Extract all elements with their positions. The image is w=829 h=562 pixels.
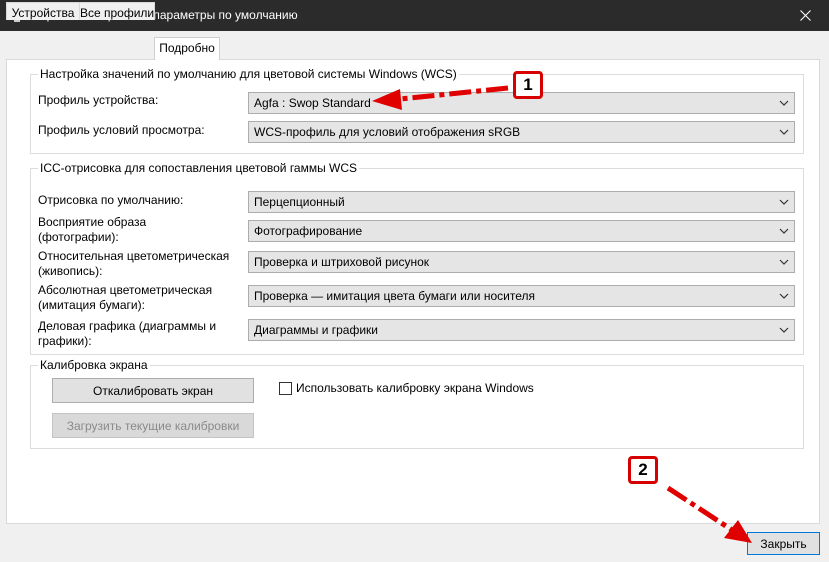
close-icon [800,10,811,21]
reload-calibrations-label: Загрузить текущие калибровки [66,419,240,433]
annotation-badge-2: 2 [628,456,658,484]
device-profile-value: Agfa : Swop Standard [254,96,371,110]
business-graphics-label: Деловая графика (диаграммы и графики): [38,319,217,348]
reload-calibrations-button[interactable]: Загрузить текущие калибровки [52,413,254,438]
default-rendering-label: Отрисовка по умолчанию: [38,193,184,207]
perceptual-label: Восприятие образа (фотографии): [38,215,147,244]
chevron-down-icon [779,228,789,234]
tab-label: Устройства [11,6,75,20]
chevron-down-icon [779,129,789,135]
default-rendering-value: Перцепционный [254,195,345,209]
close-button[interactable]: Закрыть [747,532,820,555]
absolute-colorimetric-value: Проверка — имитация цвета бумаги или нос… [254,289,535,303]
tab-label: Все профили [80,6,155,20]
close-button-label: Закрыть [760,537,807,551]
calibration-group-title: Калибровка экрана [38,358,150,372]
absolute-colorimetric-label: Абсолютная цветометрическая (имитация бу… [38,283,213,312]
calibrate-display-button[interactable]: Откалибровать экран [52,378,254,403]
tab-panel: Настройка значений по умолчанию для цвет… [6,59,820,524]
close-window-button[interactable] [783,0,829,31]
chevron-down-icon [779,259,789,265]
icc-group-title: ICC-отрисовка для сопоставления цветовой… [38,161,360,175]
use-windows-calibration-label[interactable]: Использовать калибровку экрана Windows [296,381,534,396]
icc-rendering-group: ICC-отрисовка для сопоставления цветовой… [30,161,804,355]
business-graphics-select[interactable]: Диаграммы и графики [248,319,795,341]
chevron-down-icon [779,199,789,205]
relative-colorimetric-value: Проверка и штриховой рисунок [254,255,430,269]
wcs-group-title: Настройка значений по умолчанию для цвет… [38,67,459,81]
relative-colorimetric-label: Относительная цветометрическая (живопись… [38,249,230,278]
business-graphics-value: Диаграммы и графики [254,323,378,337]
chevron-down-icon [779,327,789,333]
viewing-profile-label: Профиль условий просмотра: [38,123,205,137]
absolute-colorimetric-select[interactable]: Проверка — имитация цвета бумаги или нос… [248,285,795,307]
viewing-profile-select[interactable]: WCS-профиль для условий отображения sRGB [248,121,795,143]
chevron-down-icon [779,293,789,299]
perceptual-select[interactable]: Фотографирование [248,220,795,242]
device-profile-label: Профиль устройства: [38,93,159,107]
tab-all-profiles[interactable]: Все профили [79,2,155,20]
calibrate-display-label: Откалибровать экран [92,384,214,398]
tab-label: Подробно [159,41,215,55]
use-windows-calibration-checkbox[interactable] [279,382,292,395]
screen-calibration-group: Калибровка экрана Откалибровать экран За… [30,358,804,449]
tab-devices[interactable]: Устройства [6,2,80,20]
perceptual-value: Фотографирование [254,224,363,238]
default-rendering-select[interactable]: Перцепционный [248,191,795,213]
chevron-down-icon [779,100,789,106]
viewing-profile-value: WCS-профиль для условий отображения sRGB [254,125,521,139]
tab-advanced[interactable]: Подробно [154,37,220,60]
annotation-badge-1: 1 [513,71,543,99]
wcs-defaults-group: Настройка значений по умолчанию для цвет… [30,67,804,154]
relative-colorimetric-select[interactable]: Проверка и штриховой рисунок [248,251,795,273]
